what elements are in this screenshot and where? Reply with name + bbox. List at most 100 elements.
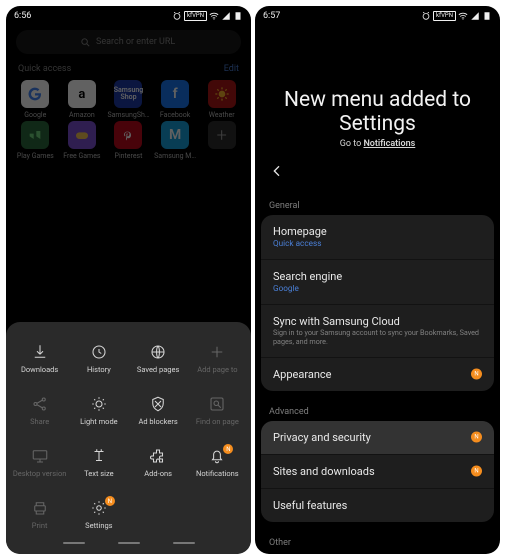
- signal-icon: [221, 11, 231, 21]
- qa-item-samsungshop[interactable]: SamsungShop SamsungSh…: [105, 80, 152, 119]
- page-title: New menu added to Settings: [275, 88, 480, 136]
- chevron-left-icon: [269, 163, 285, 179]
- settings-row-search-engine[interactable]: Search engineGoogle: [261, 259, 494, 304]
- search-icon: [80, 37, 91, 48]
- settings-row-sites-and-downloads[interactable]: Sites and downloadsN: [261, 454, 494, 488]
- free-games-icon: [68, 121, 96, 149]
- signal-icon: [470, 11, 480, 21]
- qa-label: Weather: [209, 111, 235, 119]
- back-button[interactable]: [255, 157, 500, 185]
- quick-access-grid: Google a Amazon SamsungShop SamsungSh… f…: [6, 80, 251, 160]
- menu-item-shield[interactable]: Ad blockers: [129, 384, 188, 436]
- settings-row-useful-features[interactable]: Useful features: [261, 488, 494, 522]
- row-value: Quick access: [273, 239, 482, 249]
- menu-label: Notifications: [196, 469, 239, 478]
- notifications-link[interactable]: Notifications: [363, 139, 415, 149]
- status-bar: 6:56 kfVPN: [6, 6, 251, 22]
- qa-item-facebook[interactable]: f Facebook: [152, 80, 199, 119]
- history-icon: [90, 343, 108, 361]
- menu-label: Add page to: [197, 365, 237, 374]
- menu-label: Text size: [84, 469, 113, 478]
- clock: 6:56: [14, 11, 31, 21]
- plus-icon: +: [208, 121, 236, 149]
- menu-item-sun[interactable]: Light mode: [69, 384, 128, 436]
- plus-icon: [208, 343, 226, 361]
- menu-label: Light mode: [80, 417, 118, 426]
- new-badge: N: [471, 466, 482, 477]
- menu-item-textsize[interactable]: Text size: [69, 436, 128, 488]
- menu-label: Find on page: [196, 417, 239, 426]
- qa-label: Pinterest: [115, 152, 143, 160]
- row-value: Google: [273, 284, 482, 294]
- menu-label: Saved pages: [137, 365, 179, 374]
- qa-label: Play Games: [17, 152, 54, 160]
- section-label-advanced: Advanced: [255, 391, 500, 421]
- shield-icon: [149, 395, 167, 413]
- browser-home-dimmed: Search or enter URL Quick access Edit Go…: [6, 22, 251, 160]
- play-games-icon: [21, 121, 49, 149]
- weather-icon: [208, 80, 236, 108]
- menu-label: Settings: [85, 521, 112, 530]
- download-icon: [31, 343, 49, 361]
- menu-item-share: Share: [10, 384, 69, 436]
- menu-item-addons[interactable]: Add-ons: [129, 436, 188, 488]
- google-icon: [21, 80, 49, 108]
- wifi-icon: [209, 11, 219, 21]
- qa-label: SamsungSh…: [107, 111, 149, 119]
- menu-item-bell[interactable]: NNotifications: [188, 436, 247, 488]
- quick-access-header: Quick access Edit: [6, 62, 251, 80]
- menu-item-plus: Add page to: [188, 332, 247, 384]
- url-search-bar[interactable]: Search or enter URL: [16, 30, 241, 54]
- qa-item-freegames[interactable]: Free Games: [59, 121, 106, 160]
- section-label-other: Other: [255, 522, 500, 552]
- qa-label: Google: [24, 111, 46, 119]
- qa-add-shortcut[interactable]: +: [198, 121, 245, 160]
- qa-item-samsung-members[interactable]: M Samsung M…: [152, 121, 199, 160]
- phone-right-settings: 6:57 kfVPN New menu added to Settings Go…: [255, 6, 500, 554]
- qa-item-google[interactable]: Google: [12, 80, 59, 119]
- menu-item-print: Print: [10, 488, 69, 540]
- share-icon: [31, 395, 49, 413]
- settings-row-homepage[interactable]: HomepageQuick access: [261, 215, 494, 259]
- print-icon: [31, 499, 49, 517]
- row-title: Sites and downloads: [273, 465, 482, 478]
- row-description: Sign in to your Samsung account to sync …: [273, 329, 482, 346]
- qa-item-playgames[interactable]: Play Games: [12, 121, 59, 160]
- menu-item-download[interactable]: Downloads: [10, 332, 69, 384]
- settings-headline: New menu added to Settings Go to Notific…: [255, 22, 500, 157]
- menu-item-settings[interactable]: NSettings: [69, 488, 128, 540]
- textsize-icon: [90, 447, 108, 465]
- edit-link[interactable]: Edit: [224, 64, 239, 74]
- menu-item-desktop: Desktop version: [10, 436, 69, 488]
- pinterest-icon: [114, 121, 142, 149]
- menu-item-history[interactable]: History: [69, 332, 128, 384]
- qa-item-weather[interactable]: Weather: [198, 80, 245, 119]
- qa-label: Facebook: [160, 111, 190, 119]
- new-badge: N: [471, 369, 482, 380]
- menu-label: History: [87, 365, 111, 374]
- settings-row-appearance[interactable]: AppearanceN: [261, 357, 494, 391]
- search-placeholder: Search or enter URL: [96, 37, 175, 47]
- addons-icon: [149, 447, 167, 465]
- menu-label: Share: [30, 417, 49, 426]
- qa-label: Samsung M…: [154, 152, 196, 160]
- facebook-icon: f: [161, 80, 189, 108]
- android-nav-bar: [10, 540, 247, 544]
- status-bar: 6:57 kfVPN: [255, 6, 500, 22]
- menu-item-saved[interactable]: Saved pages: [129, 332, 188, 384]
- alarm-icon: [172, 11, 182, 21]
- desktop-icon: [31, 447, 49, 465]
- section-label-general: General: [255, 185, 500, 215]
- settings-row-sync-with-samsung-cloud[interactable]: Sync with Samsung CloudSign in to your S…: [261, 304, 494, 356]
- menu-label: Add-ons: [144, 469, 172, 478]
- page-subtitle: Go to Notifications: [275, 139, 480, 149]
- clock: 6:57: [263, 11, 280, 21]
- qa-item-pinterest[interactable]: Pinterest: [105, 121, 152, 160]
- row-title: Useful features: [273, 499, 482, 512]
- settings-row-privacy-and-security[interactable]: Privacy and securityN: [261, 421, 494, 454]
- menu-item-find: Find on page: [188, 384, 247, 436]
- row-title: Search engine: [273, 270, 482, 283]
- saved-icon: [149, 343, 167, 361]
- phone-left-browser: 6:56 kfVPN Search or enter URL Quick acc…: [6, 6, 251, 554]
- qa-item-amazon[interactable]: a Amazon: [59, 80, 106, 119]
